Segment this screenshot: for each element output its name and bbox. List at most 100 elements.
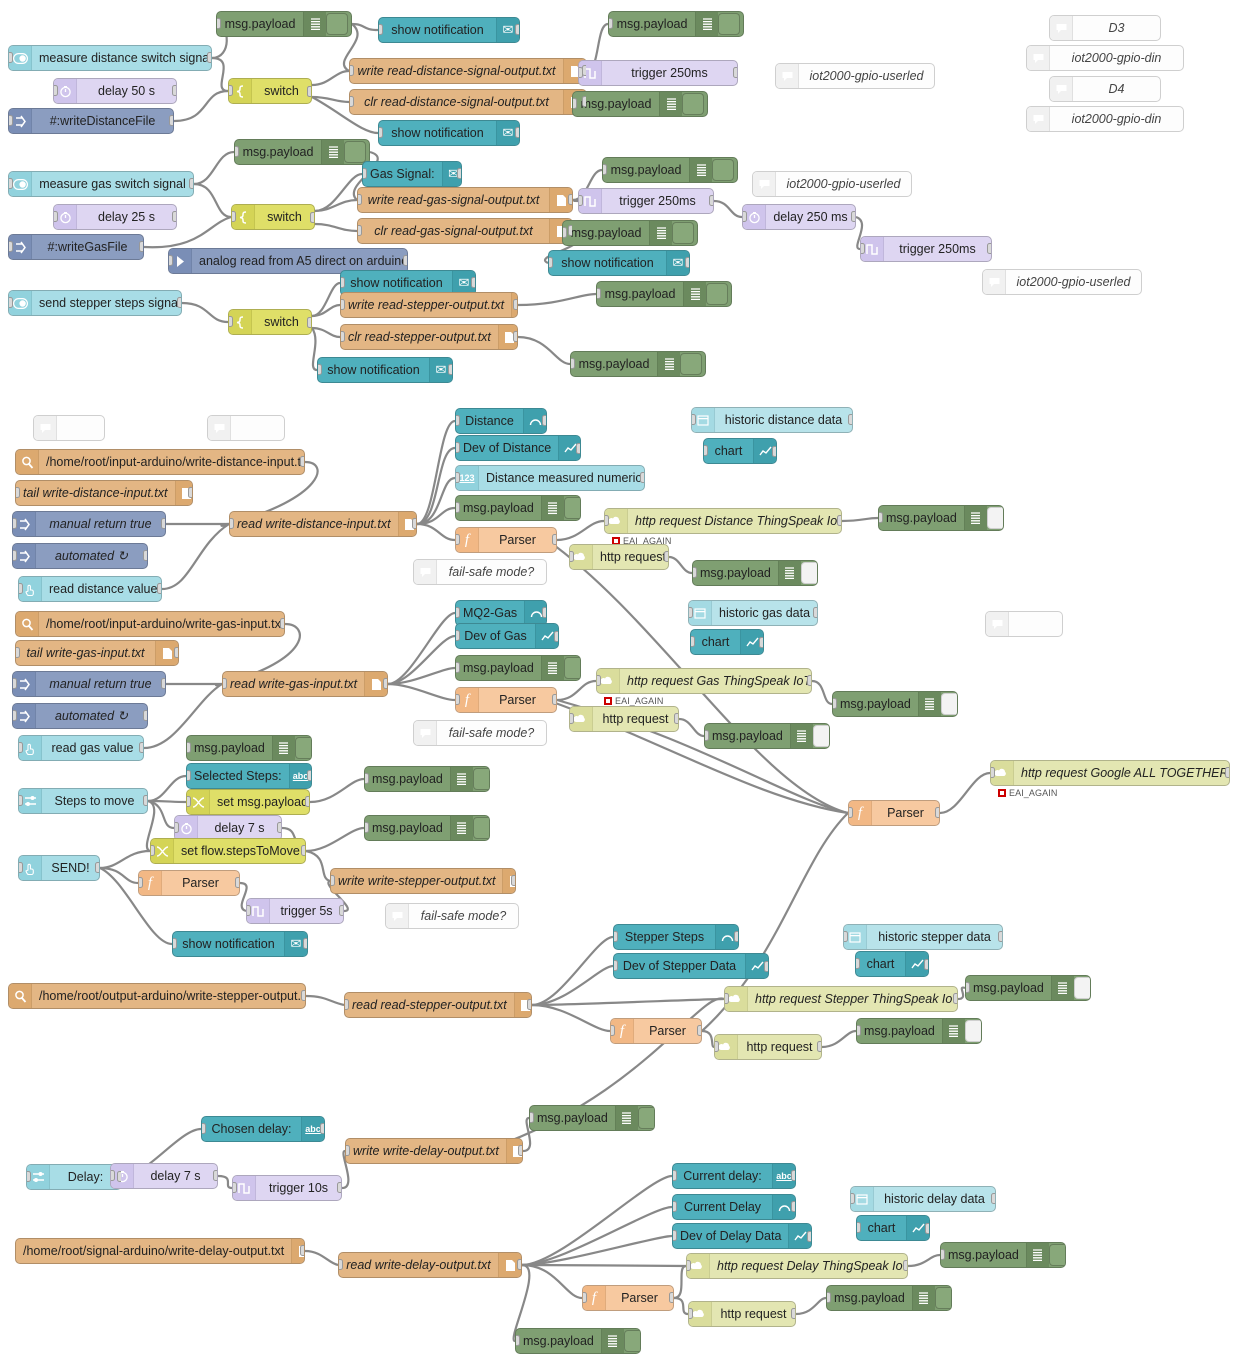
flow-node-n98[interactable]: Dev of Stepper Data bbox=[613, 953, 769, 979]
input-port[interactable] bbox=[609, 18, 613, 29]
output-port[interactable] bbox=[807, 1231, 811, 1242]
input-port[interactable] bbox=[9, 178, 13, 189]
flow-node-n108[interactable]: Chosen delay: abc bbox=[201, 1116, 325, 1142]
flow-node-n67[interactable]: read gas value bbox=[18, 735, 144, 761]
output-port[interactable] bbox=[139, 241, 143, 252]
input-port[interactable] bbox=[233, 1182, 237, 1193]
debug-toggle-button[interactable] bbox=[706, 283, 728, 305]
flow-node-n59[interactable]: msg.payload bbox=[878, 505, 1004, 531]
flow-node-n123[interactable]: http request bbox=[688, 1301, 796, 1327]
flow-node-n14[interactable]: D3 bbox=[1049, 15, 1161, 41]
output-port[interactable] bbox=[305, 796, 309, 807]
flow-node-n28[interactable]: trigger 250ms bbox=[578, 188, 714, 214]
output-port[interactable] bbox=[307, 770, 311, 781]
input-port[interactable] bbox=[341, 299, 345, 310]
input-port[interactable] bbox=[151, 845, 155, 856]
output-port[interactable] bbox=[143, 795, 147, 806]
flow-node-n2[interactable]: show notification ✉ bbox=[378, 17, 520, 43]
flow-node-n18[interactable]: msg.payload bbox=[234, 139, 370, 165]
output-port[interactable] bbox=[339, 905, 343, 916]
flow-node-n92[interactable]: write write-stepper-output.txt bbox=[330, 868, 516, 894]
flow-node-n94[interactable]: show notification ✉ bbox=[172, 931, 308, 957]
flow-node-n100[interactable]: chart bbox=[855, 951, 929, 977]
flow-node-n112[interactable]: write write-delay-output.txt bbox=[345, 1138, 523, 1164]
flow-node-n66[interactable]: automated ↻ bbox=[12, 703, 148, 729]
input-port[interactable] bbox=[456, 502, 460, 513]
output-port[interactable] bbox=[172, 211, 176, 222]
input-port[interactable] bbox=[516, 1335, 520, 1346]
debug-toggle-button[interactable] bbox=[637, 1107, 654, 1129]
input-port[interactable] bbox=[339, 1259, 343, 1270]
flow-node-n87[interactable]: SEND! bbox=[18, 855, 100, 881]
flow-node-n102[interactable]: read read-stepper-output.txt bbox=[344, 992, 532, 1018]
flow-node-n45[interactable]: /home/root/input-arduino/write-distance-… bbox=[15, 449, 305, 475]
output-port[interactable] bbox=[669, 1292, 673, 1303]
flow-node-n46[interactable]: tail write-distance-input.txt bbox=[15, 480, 193, 506]
input-port[interactable] bbox=[861, 243, 865, 254]
flow-node-n19[interactable]: measure gas switch signal bbox=[8, 171, 194, 197]
output-port[interactable] bbox=[517, 1259, 521, 1270]
output-port[interactable] bbox=[157, 583, 161, 594]
flow-node-n77[interactable]: msg.payload bbox=[704, 723, 830, 749]
output-port[interactable] bbox=[515, 24, 519, 35]
input-port[interactable] bbox=[705, 730, 709, 741]
input-port[interactable] bbox=[570, 713, 574, 724]
output-port[interactable] bbox=[320, 1123, 324, 1134]
debug-toggle-button[interactable] bbox=[1073, 977, 1090, 999]
debug-toggle-button[interactable] bbox=[718, 13, 740, 35]
flow-node-n4[interactable]: delay 50 s bbox=[53, 78, 177, 104]
flow-node-n68[interactable]: read write-gas-input.txt bbox=[222, 671, 388, 697]
output-port[interactable] bbox=[300, 456, 304, 467]
output-port[interactable] bbox=[303, 938, 307, 949]
debug-toggle-button[interactable] bbox=[682, 93, 704, 115]
output-port[interactable] bbox=[813, 607, 817, 618]
input-port[interactable] bbox=[725, 993, 729, 1004]
input-port[interactable] bbox=[365, 822, 369, 833]
output-port[interactable] bbox=[301, 845, 305, 856]
flow-node-n119[interactable]: /home/root/signal-arduino/write-delay-ou… bbox=[15, 1238, 305, 1264]
input-port[interactable] bbox=[175, 822, 179, 833]
input-port[interactable] bbox=[857, 1025, 861, 1036]
output-port[interactable] bbox=[161, 518, 165, 529]
input-port[interactable] bbox=[704, 445, 708, 456]
debug-toggle-button[interactable] bbox=[563, 657, 580, 679]
input-port[interactable] bbox=[991, 767, 995, 778]
debug-toggle-button[interactable] bbox=[344, 141, 366, 163]
input-port[interactable] bbox=[692, 414, 696, 425]
flow-node-n13[interactable]: iot2000-gpio-userled bbox=[775, 63, 935, 89]
input-port[interactable] bbox=[456, 662, 460, 673]
output-port[interactable] bbox=[697, 1025, 701, 1036]
input-port[interactable] bbox=[571, 358, 575, 369]
flow-node-n29[interactable]: msg.payload bbox=[562, 220, 698, 246]
flow-node-n47[interactable]: manual return true bbox=[12, 511, 166, 537]
flow-node-n39[interactable]: clr read-stepper-output.txt bbox=[340, 324, 518, 350]
flow-node-n95[interactable]: http request Google ALL TOGETHER! bbox=[990, 760, 1230, 786]
flow-node-n72[interactable]: f Parser bbox=[455, 687, 557, 713]
input-port[interactable] bbox=[187, 742, 191, 753]
output-port[interactable] bbox=[457, 168, 461, 179]
flow-node-n83[interactable]: Steps to move bbox=[18, 788, 148, 814]
debug-toggle-button[interactable] bbox=[800, 562, 817, 584]
output-port[interactable] bbox=[277, 822, 281, 833]
output-port[interactable] bbox=[998, 931, 1002, 942]
flow-node-n50[interactable]: read write-distance-input.txt bbox=[229, 511, 417, 537]
output-port[interactable] bbox=[542, 415, 546, 426]
debug-toggle-button[interactable] bbox=[294, 737, 311, 759]
output-port[interactable] bbox=[764, 961, 768, 972]
flow-node-n10[interactable]: msg.payload bbox=[608, 11, 744, 37]
flow-node-n8[interactable]: #:writeDistanceFile bbox=[8, 108, 174, 134]
input-port[interactable] bbox=[941, 1249, 945, 1260]
flow-node-n49[interactable]: read distance value bbox=[18, 576, 162, 602]
output-port[interactable] bbox=[759, 637, 763, 648]
output-port[interactable] bbox=[674, 713, 678, 724]
flow-node-n61[interactable]: historic distance data bbox=[691, 407, 853, 433]
input-port[interactable] bbox=[16, 647, 20, 658]
flow-node-n6[interactable]: write read-distance-signal-output.txt bbox=[349, 58, 587, 84]
input-port[interactable] bbox=[232, 211, 236, 222]
flow-node-n41[interactable]: msg.payload bbox=[596, 281, 732, 307]
input-port[interactable] bbox=[9, 52, 13, 63]
debug-toggle-button[interactable] bbox=[712, 159, 734, 181]
flow-node-n23[interactable]: switch bbox=[231, 204, 315, 230]
output-port[interactable] bbox=[791, 1308, 795, 1319]
flow-node-n25[interactable]: #:writeGasFile bbox=[8, 234, 144, 260]
